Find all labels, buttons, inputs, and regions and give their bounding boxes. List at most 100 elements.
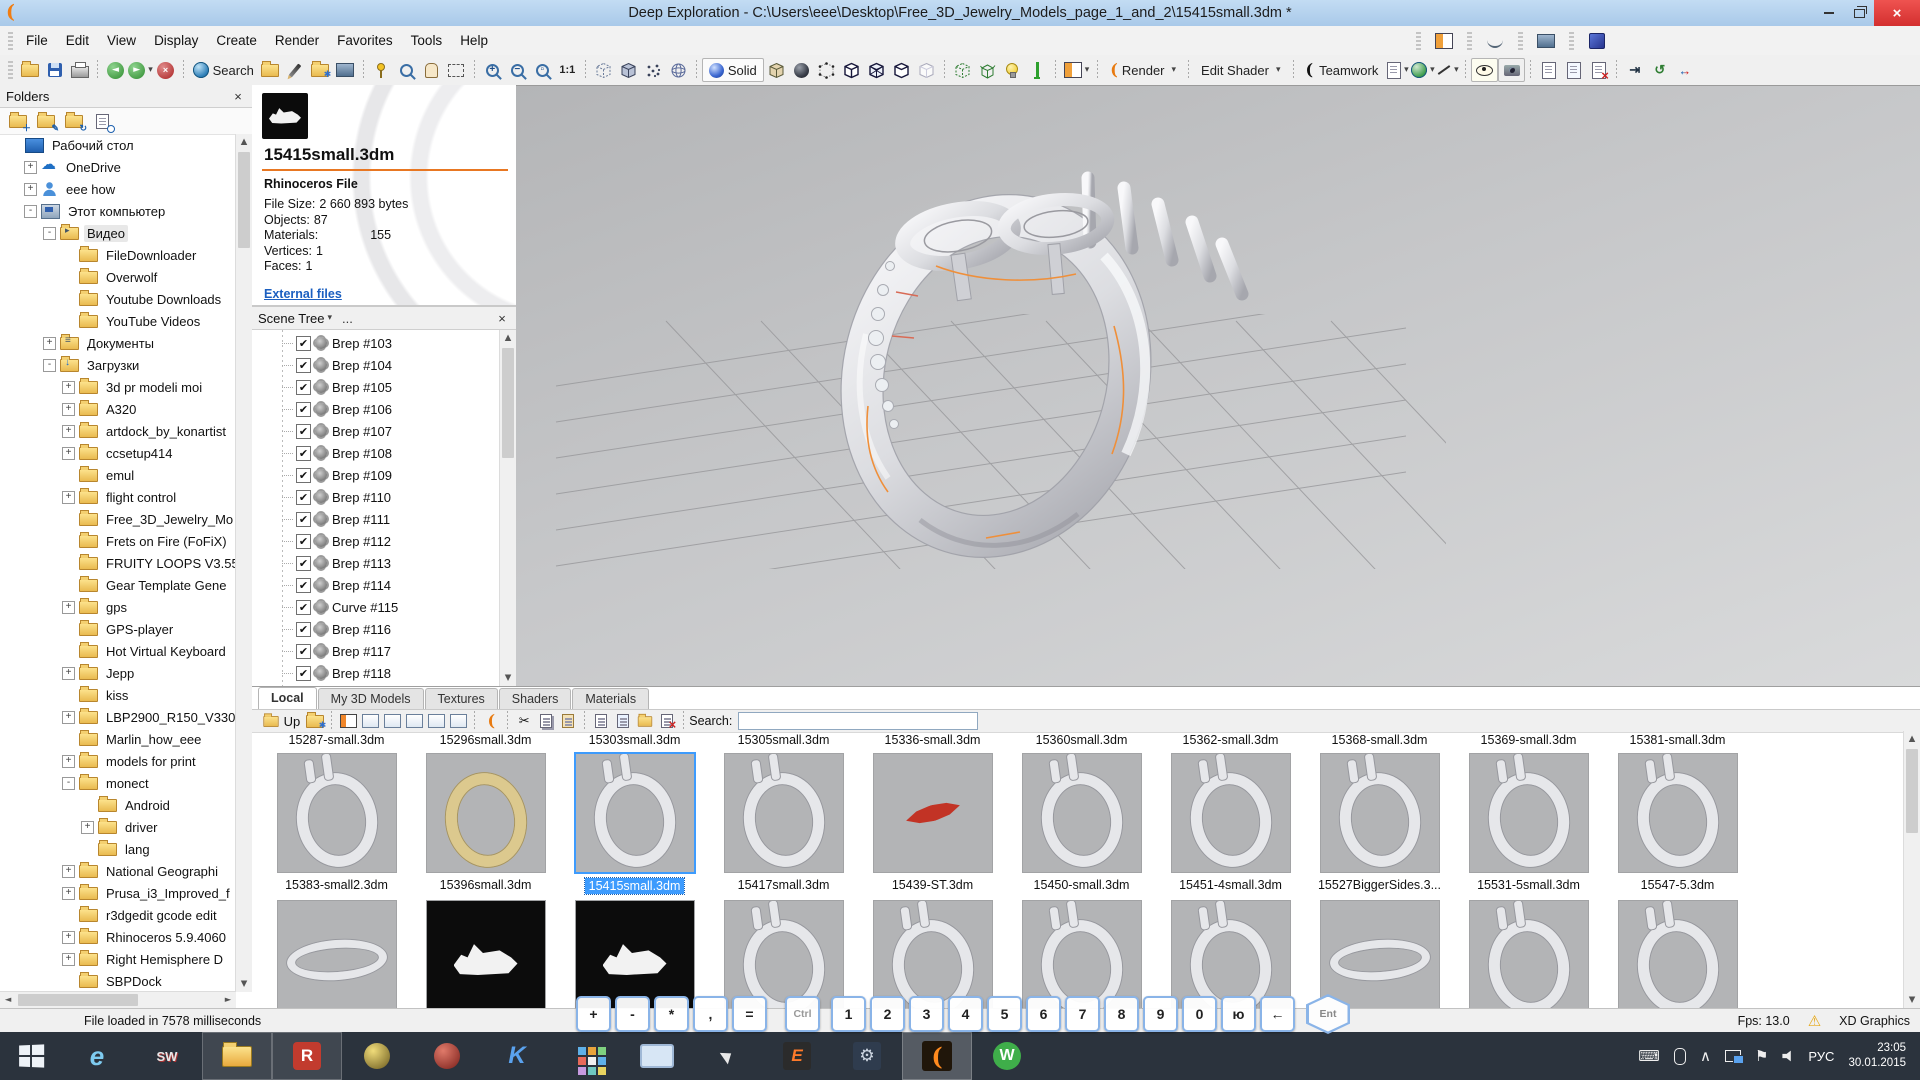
edit-file-button[interactable] xyxy=(634,712,656,731)
expander-icon[interactable]: - xyxy=(62,777,75,790)
menu-item[interactable]: Edit xyxy=(57,28,98,53)
point-cloud-mode-icon[interactable] xyxy=(641,59,666,81)
virtual-key[interactable]: 5 xyxy=(987,996,1022,1032)
visibility-checkbox-checked[interactable]: ✔ xyxy=(296,380,311,395)
file-label[interactable]: 15381-small.3dm xyxy=(1603,733,1752,749)
file-label[interactable]: 15362-small.3dm xyxy=(1156,733,1305,749)
file-thumbnail-item[interactable]: 15396small.3dm xyxy=(411,749,560,894)
file-thumbnail-item[interactable] xyxy=(709,896,858,1008)
folder-tree-item[interactable]: FRUITY LOOPS V3.55 xyxy=(0,552,236,574)
visibility-checkbox-checked[interactable]: ✔ xyxy=(296,358,311,373)
view-note-button[interactable] xyxy=(1561,59,1586,81)
file-thumbnail-item[interactable]: 15531-5small.3dm xyxy=(1454,749,1603,894)
view-tiles-button[interactable] xyxy=(425,712,447,731)
scene-tree-item[interactable]: ✔ Brep #116 xyxy=(252,618,500,640)
folder-tree-item[interactable]: + OneDrive xyxy=(0,156,236,178)
start-button[interactable] xyxy=(0,1032,62,1080)
wire-sphere-mode-icon[interactable] xyxy=(666,59,691,81)
edit-shader-dropdown[interactable]: Edit Shader▾ xyxy=(1194,58,1287,82)
folder-tree-item[interactable]: + models for print xyxy=(0,750,236,772)
taskbar-app-button[interactable]: E xyxy=(762,1032,832,1080)
select-tool[interactable] xyxy=(369,59,394,81)
file-label[interactable]: 15383-small2.3dm xyxy=(281,877,392,893)
visibility-checkbox-checked[interactable]: ✔ xyxy=(296,666,311,681)
expander-icon[interactable]: - xyxy=(24,205,37,218)
save-button[interactable] xyxy=(42,59,67,81)
folders-panel-header[interactable]: Folders × xyxy=(0,85,252,108)
menu-item[interactable]: Help xyxy=(451,28,497,53)
file-label[interactable]: 15305small.3dm xyxy=(709,733,858,749)
folder-tree-item[interactable]: + Jepp xyxy=(0,662,236,684)
file-label[interactable]: 15336-small.3dm xyxy=(858,733,1007,749)
file-thumbnail-item[interactable] xyxy=(1603,896,1752,1008)
file-thumbnail-item[interactable]: 15415small.3dm xyxy=(560,749,709,894)
open-in-de-button[interactable]: ( xyxy=(480,712,502,731)
thumbnail-image[interactable] xyxy=(426,900,546,1008)
browser-tab[interactable]: Shaders xyxy=(499,688,572,709)
expander-icon[interactable]: + xyxy=(62,711,75,724)
folder-tree-item[interactable]: Frets on Fire (FoFiX) xyxy=(0,530,236,552)
minimize-button[interactable] xyxy=(1814,0,1844,26)
expander-icon[interactable]: - xyxy=(43,359,56,372)
thumbnail-image[interactable] xyxy=(1469,900,1589,1008)
menu-item[interactable]: Tools xyxy=(402,28,452,53)
scene-tree-item[interactable]: ✔ Brep #111 xyxy=(252,508,500,530)
bounding-box-mode-icon[interactable] xyxy=(591,59,616,81)
scene-tree-header[interactable]: Scene Tree ▾ ... × xyxy=(252,307,516,330)
paste-button[interactable] xyxy=(557,712,579,731)
layout-grid-dropdown[interactable]: ▾ xyxy=(1061,59,1093,81)
file-thumbnail-item[interactable] xyxy=(1007,896,1156,1008)
favorites-folder-button[interactable] xyxy=(308,59,333,81)
folder-tree-item[interactable]: - Видео xyxy=(0,222,236,244)
thumbnail-image[interactable] xyxy=(873,900,993,1008)
stop-button[interactable]: × xyxy=(153,59,178,81)
expander-icon[interactable]: + xyxy=(62,887,75,900)
folders-horizontal-scrollbar[interactable]: ◄ ► xyxy=(0,991,236,1008)
zoom-tool[interactable] xyxy=(394,59,419,81)
wireframe-cube-icon-2[interactable] xyxy=(864,59,889,81)
folder-tree-item[interactable]: + A320 xyxy=(0,398,236,420)
file-label[interactable]: 15369-small.3dm xyxy=(1454,733,1603,749)
virtual-key[interactable]: Ctrl xyxy=(785,996,820,1032)
virtual-key[interactable]: 2 xyxy=(870,996,905,1032)
thumbnail-image[interactable] xyxy=(1320,753,1440,873)
virtual-key[interactable]: 1 xyxy=(831,996,866,1032)
view-thumbnails-button[interactable] xyxy=(337,712,359,731)
folder-tree-item[interactable]: + Prusa_i3_Improved_f xyxy=(0,882,236,904)
folder-tree-item[interactable]: + artdock_by_konartist xyxy=(0,420,236,442)
scene-tree-item[interactable]: ✔ Brep #103 xyxy=(252,332,500,354)
copy-button[interactable] xyxy=(535,712,557,731)
external-files-link[interactable]: External files xyxy=(264,287,342,301)
scene-tree-item[interactable]: ✔ Brep #105 xyxy=(252,376,500,398)
folder-tree-item[interactable]: + Документы xyxy=(0,332,236,354)
dark-sphere-mode-icon[interactable] xyxy=(789,59,814,81)
rect-select-tool[interactable] xyxy=(444,59,469,81)
visibility-checkbox-checked[interactable]: ✔ xyxy=(296,512,311,527)
file-label[interactable]: 15368-small.3dm xyxy=(1305,733,1454,749)
scene-tree-item[interactable]: ✔ Brep #104 xyxy=(252,354,500,376)
thumbnail-image[interactable] xyxy=(1469,753,1589,873)
expander-icon[interactable]: + xyxy=(81,821,94,834)
folders-vertical-scrollbar[interactable]: ▲ ▼ xyxy=(235,134,252,992)
file-thumbnail-item[interactable]: 15451-4small.3dm xyxy=(1156,749,1305,894)
folder-tree-item[interactable]: + gps xyxy=(0,596,236,618)
folder-tree-item[interactable]: SBPDock xyxy=(0,970,236,992)
new-note-button[interactable] xyxy=(1536,59,1561,81)
taskbar-app-button[interactable]: e xyxy=(62,1032,132,1080)
thumbnail-image[interactable] xyxy=(277,753,397,873)
avatar-dropdown[interactable]: ▾ xyxy=(1410,59,1435,81)
visibility-checkbox-checked[interactable]: ✔ xyxy=(296,534,311,549)
scene-tree-item[interactable]: ✔ Brep #109 xyxy=(252,464,500,486)
folder-tree-item[interactable]: - Загрузки xyxy=(0,354,236,376)
cut-button[interactable]: ✂ xyxy=(513,712,535,731)
file-thumbnail-item[interactable]: 15450-small.3dm xyxy=(1007,749,1156,894)
volume-icon[interactable] xyxy=(1782,1050,1794,1062)
vertical-axis-icon[interactable] xyxy=(1025,59,1050,81)
folder-tree-item[interactable]: Marlin_how_eee xyxy=(0,728,236,750)
file-thumbnail-item[interactable]: 15547-5.3dm xyxy=(1603,749,1752,894)
taskbar-app-button[interactable] xyxy=(552,1032,622,1080)
file-label[interactable]: 15287-small.3dm xyxy=(262,733,411,749)
swap-transform-button[interactable]: ↔ xyxy=(1672,59,1697,81)
file-label[interactable]: 15531-5small.3dm xyxy=(1473,877,1584,893)
folder-tree-item[interactable]: kiss xyxy=(0,684,236,706)
